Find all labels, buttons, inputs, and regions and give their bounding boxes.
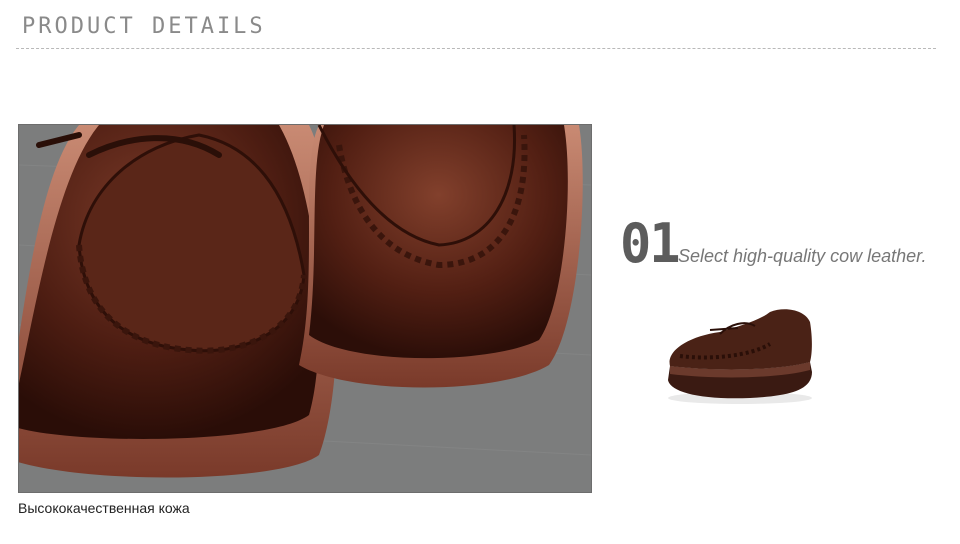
feature-number: 01: [620, 212, 681, 276]
page-title: PRODUCT DETAILS: [22, 14, 266, 39]
header-divider: [16, 48, 936, 49]
feature-description: Select high-quality cow leather.: [678, 246, 927, 266]
shoe-thumbnail-image: [660, 300, 820, 410]
photo-caption: Высококачественная кожа: [18, 500, 190, 516]
product-closeup-photo: [18, 124, 592, 493]
